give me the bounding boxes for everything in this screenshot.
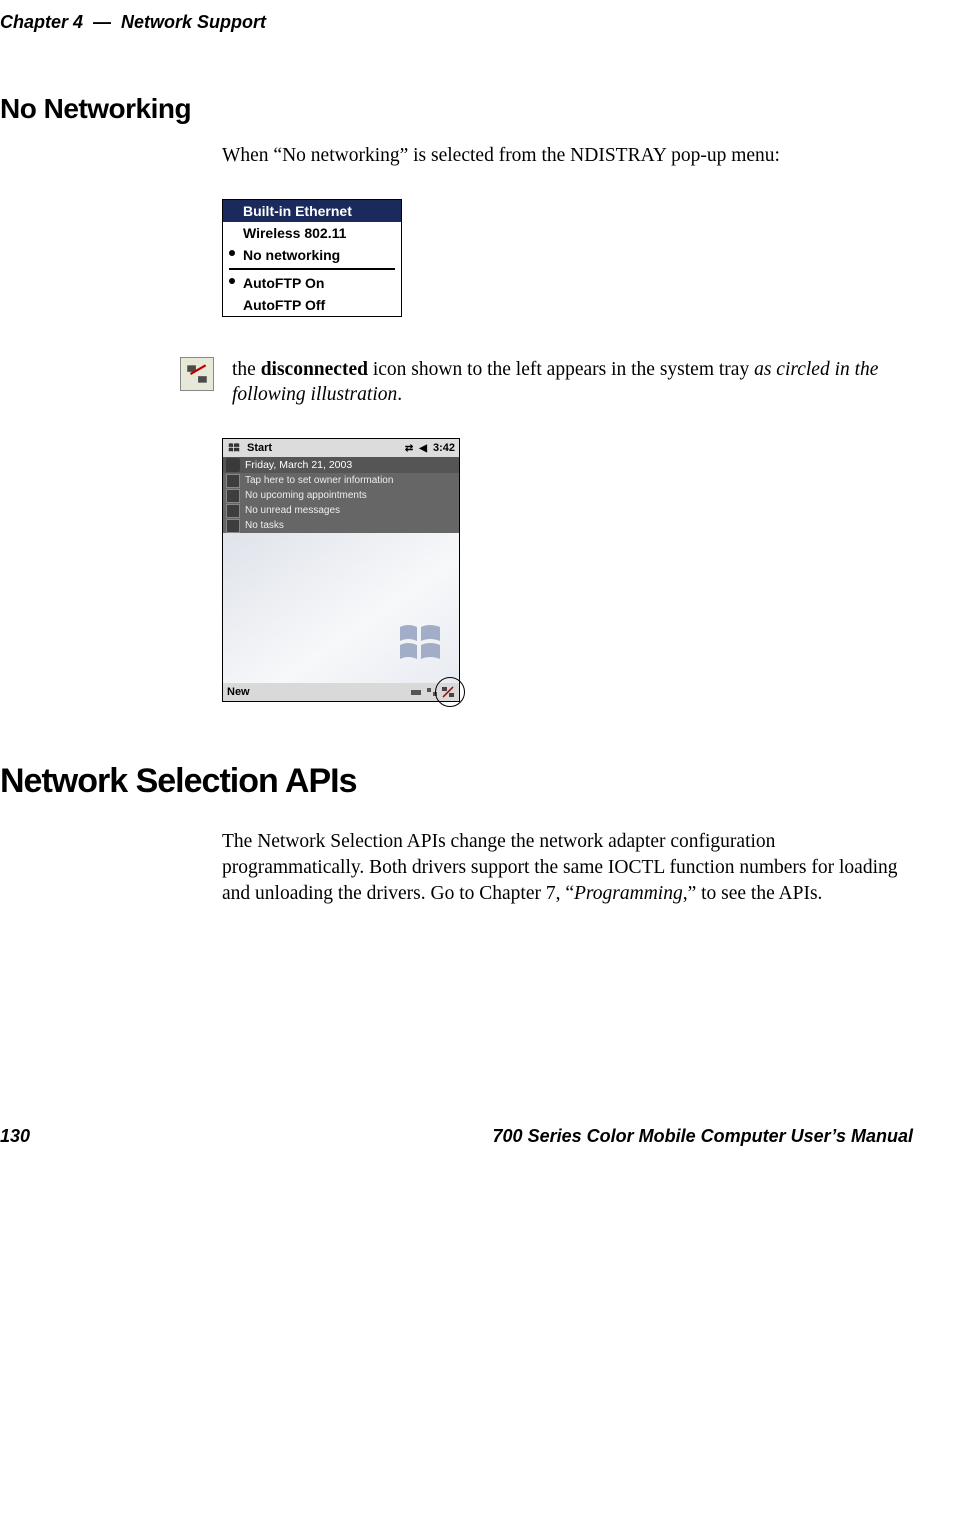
- row-text: No tasks: [245, 520, 284, 531]
- header-dash: —: [93, 12, 111, 33]
- menu-item-autoftp-off: AutoFTP Off: [223, 294, 401, 316]
- speaker-icon: ◀: [419, 443, 427, 454]
- row-text: No unread messages: [245, 505, 340, 516]
- system-tray: [409, 685, 455, 699]
- menu-item-label: Wireless 802.11: [243, 225, 346, 241]
- menu-item-autoftp-on: AutoFTP On: [223, 272, 401, 294]
- date-text: Friday, March 21, 2003: [245, 459, 352, 471]
- heading-no-networking: No Networking: [0, 93, 913, 125]
- disconnected-icon-text: the disconnected icon shown to the left …: [232, 357, 912, 408]
- menu-item-label: No networking: [243, 247, 340, 263]
- menu-item-no-networking: No networking: [223, 244, 401, 266]
- envelope-icon: [226, 504, 240, 518]
- row-text: Tap here to set owner information: [245, 475, 393, 486]
- menu-item-label: AutoFTP Off: [243, 297, 325, 313]
- owner-info-row: Tap here to set owner information: [223, 473, 459, 488]
- tasks-row: No tasks: [223, 518, 459, 533]
- tray-icon-1: [409, 685, 423, 699]
- menu-item-wireless: Wireless 802.11: [223, 222, 401, 244]
- bullet-icon: [229, 250, 235, 256]
- pocketpc-topbar: Start ⇄ ◀ 3:42: [223, 439, 459, 457]
- owl-icon: [226, 458, 240, 472]
- menu-item-label: AutoFTP On: [243, 275, 324, 291]
- page-footer: 130 700 Series Color Mobile Computer Use…: [0, 1126, 913, 1147]
- ndistray-popup-figure: Built-in Ethernet Wireless 802.11 No net…: [222, 199, 402, 317]
- tray-icon-2: [425, 685, 439, 699]
- owner-icon: [226, 474, 240, 488]
- body-italic: Programming: [574, 883, 683, 904]
- heading-network-selection-apis: Network Selection APIs: [0, 762, 913, 801]
- new-label: New: [227, 686, 250, 698]
- text-post: .: [397, 384, 402, 405]
- body-post: ,” to see the APIs.: [683, 883, 823, 904]
- text-pre: the: [232, 359, 261, 380]
- calendar-icon: [226, 489, 240, 503]
- appointments-row: No upcoming appointments: [223, 488, 459, 503]
- windows-flag-icon: [395, 619, 445, 669]
- text-mid: icon shown to the left appears in the sy…: [368, 359, 754, 380]
- date-row: Friday, March 21, 2003: [223, 457, 459, 473]
- disconnected-icon: [180, 357, 214, 391]
- chapter-label: Chapter 4: [0, 12, 83, 33]
- pocketpc-bottombar: New: [223, 683, 459, 701]
- clock-time: 3:42: [433, 442, 455, 454]
- page-number: 130: [0, 1126, 30, 1147]
- messages-row: No unread messages: [223, 503, 459, 518]
- check-icon: [226, 519, 240, 533]
- menu-item-label: Built-in Ethernet: [243, 203, 352, 219]
- text-bold: disconnected: [261, 359, 368, 380]
- start-label: Start: [247, 442, 272, 454]
- windows-logo-icon: [227, 441, 241, 455]
- page-header: Chapter 4 — Network Support: [0, 12, 913, 33]
- section-title: Network Support: [121, 12, 266, 33]
- bullet-icon: [229, 278, 235, 284]
- menu-separator: [229, 268, 395, 270]
- connectivity-icon: ⇄: [405, 443, 413, 454]
- menu-item-built-in-ethernet: Built-in Ethernet: [223, 200, 401, 222]
- no-networking-intro: When “No networking” is selected from th…: [222, 143, 922, 169]
- manual-title: 700 Series Color Mobile Computer User’s …: [493, 1126, 913, 1147]
- pocketpc-screenshot: Start ⇄ ◀ 3:42 Friday, March 21, 2003 Ta…: [222, 438, 460, 702]
- pocketpc-body: [223, 533, 459, 683]
- network-selection-apis-body: The Network Selection APIs change the ne…: [222, 829, 922, 906]
- row-text: No upcoming appointments: [245, 490, 367, 501]
- tray-disconnected-icon: [441, 685, 455, 699]
